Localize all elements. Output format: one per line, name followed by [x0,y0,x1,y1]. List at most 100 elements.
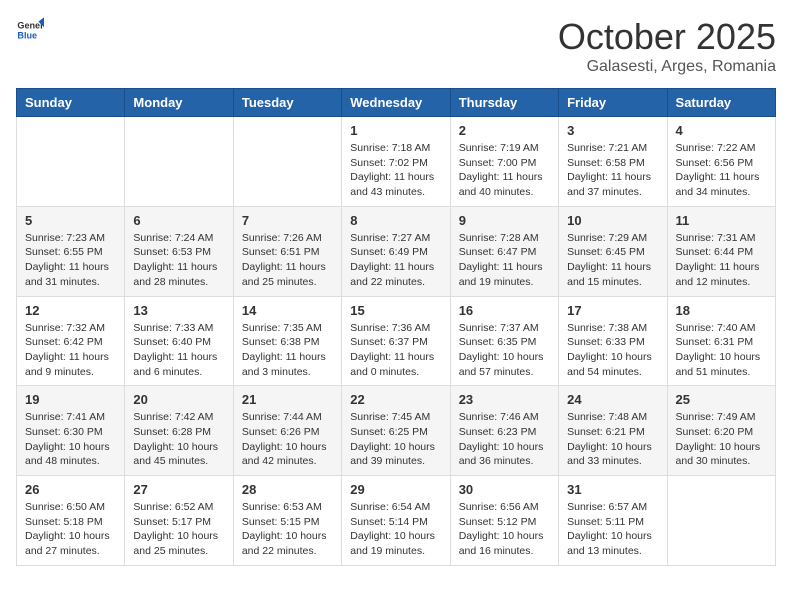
weekday-header-thursday: Thursday [450,89,558,117]
day-number: 2 [459,123,550,138]
day-number: 15 [350,303,441,318]
day-info: Sunrise: 7:37 AMSunset: 6:35 PMDaylight:… [459,321,550,380]
day-info: Sunrise: 7:40 AMSunset: 6:31 PMDaylight:… [676,321,767,380]
calendar-cell: 16Sunrise: 7:37 AMSunset: 6:35 PMDayligh… [450,296,558,386]
week-row-2: 12 Sunrise: 7:32 AMSunset: 6:42 PMDayligh… [17,296,776,386]
day-info: Sunrise: 7:35 AMSunset: 6:38 PMDaylight:… [242,321,333,380]
day-info: Sunrise: 7:26 AMSunset: 6:51 PMDaylight:… [242,231,333,290]
day-number: 7 [242,213,333,228]
day-number: 20 [133,392,224,407]
calendar-cell: 10Sunrise: 7:29 AMSunset: 6:45 PMDayligh… [559,206,667,296]
day-number: 21 [242,392,333,407]
day-number: 26 [25,482,116,497]
calendar-cell: 9Sunrise: 7:28 AMSunset: 6:47 PMDaylight… [450,206,558,296]
day-number: 19 [25,392,116,407]
calendar-cell: 25 Sunrise: 7:49 AMSunset: 6:20 PMDayligh… [667,386,775,476]
day-info: Sunrise: 7:24 AMSunset: 6:53 PMDaylight:… [133,231,224,290]
calendar-cell: 7 Sunrise: 7:26 AMSunset: 6:51 PMDaylight… [233,206,341,296]
calendar-cell: 21 Sunrise: 7:44 AMSunset: 6:26 PMDayligh… [233,386,341,476]
calendar-cell: 4 Sunrise: 7:22 AMSunset: 6:56 PMDaylight… [667,117,775,207]
month-title: October 2025 [558,16,776,58]
calendar-cell [125,117,233,207]
day-info: Sunrise: 6:57 AMSunset: 5:11 PMDaylight:… [567,500,658,559]
day-number: 31 [567,482,658,497]
day-number: 24 [567,392,658,407]
calendar-cell: 5Sunrise: 7:23 AMSunset: 6:55 PMDaylight… [17,206,125,296]
day-info: Sunrise: 6:54 AMSunset: 5:14 PMDaylight:… [350,500,441,559]
day-number: 25 [676,392,767,407]
calendar-cell: 8 Sunrise: 7:27 AMSunset: 6:49 PMDaylight… [342,206,450,296]
day-number: 23 [459,392,550,407]
calendar-cell: 12 Sunrise: 7:32 AMSunset: 6:42 PMDayligh… [17,296,125,386]
day-number: 28 [242,482,333,497]
page-header: General Blue October 2025 Galasesti, Arg… [16,16,776,76]
day-number: 1 [350,123,441,138]
logo: General Blue [16,16,44,44]
calendar-cell: 3 Sunrise: 7:21 AMSunset: 6:58 PMDaylight… [559,117,667,207]
calendar-cell [233,117,341,207]
day-info: Sunrise: 7:46 AMSunset: 6:23 PMDaylight:… [459,410,550,469]
week-row-1: 5Sunrise: 7:23 AMSunset: 6:55 PMDaylight… [17,206,776,296]
day-number: 17 [567,303,658,318]
calendar-cell: 19 Sunrise: 7:41 AMSunset: 6:30 PMDayligh… [17,386,125,476]
calendar-table: SundayMondayTuesdayWednesdayThursdayFrid… [16,88,776,566]
calendar-cell: 22 Sunrise: 7:45 AMSunset: 6:25 PMDayligh… [342,386,450,476]
weekday-header-sunday: Sunday [17,89,125,117]
weekday-header-saturday: Saturday [667,89,775,117]
day-number: 18 [676,303,767,318]
location-title: Galasesti, Arges, Romania [558,58,776,76]
weekday-header-row: SundayMondayTuesdayWednesdayThursdayFrid… [17,89,776,117]
calendar-cell: 26 Sunrise: 6:50 AMSunset: 5:18 PMDayligh… [17,476,125,566]
day-info: Sunrise: 7:31 AMSunset: 6:44 PMDaylight:… [676,231,767,290]
day-number: 5 [25,213,116,228]
week-row-4: 26 Sunrise: 6:50 AMSunset: 5:18 PMDayligh… [17,476,776,566]
day-number: 8 [350,213,441,228]
svg-text:Blue: Blue [17,30,37,40]
day-info: Sunrise: 7:28 AMSunset: 6:47 PMDaylight:… [459,231,550,290]
day-info: Sunrise: 7:45 AMSunset: 6:25 PMDaylight:… [350,410,441,469]
calendar-cell [667,476,775,566]
day-number: 27 [133,482,224,497]
day-info: Sunrise: 7:44 AMSunset: 6:26 PMDaylight:… [242,410,333,469]
calendar-cell: 14 Sunrise: 7:35 AMSunset: 6:38 PMDayligh… [233,296,341,386]
day-info: Sunrise: 7:38 AMSunset: 6:33 PMDaylight:… [567,321,658,380]
calendar-cell: 29Sunrise: 6:54 AMSunset: 5:14 PMDayligh… [342,476,450,566]
calendar-cell: 18 Sunrise: 7:40 AMSunset: 6:31 PMDayligh… [667,296,775,386]
day-number: 4 [676,123,767,138]
day-info: Sunrise: 7:22 AMSunset: 6:56 PMDaylight:… [676,141,767,200]
calendar-cell: 1 Sunrise: 7:18 AMSunset: 7:02 PMDaylight… [342,117,450,207]
calendar-cell: 31 Sunrise: 6:57 AMSunset: 5:11 PMDayligh… [559,476,667,566]
logo-icon: General Blue [16,16,44,44]
calendar-cell: 24 Sunrise: 7:48 AMSunset: 6:21 PMDayligh… [559,386,667,476]
day-info: Sunrise: 7:49 AMSunset: 6:20 PMDaylight:… [676,410,767,469]
day-info: Sunrise: 7:36 AMSunset: 6:37 PMDaylight:… [350,321,441,380]
calendar-cell: 17 Sunrise: 7:38 AMSunset: 6:33 PMDayligh… [559,296,667,386]
day-info: Sunrise: 7:27 AMSunset: 6:49 PMDaylight:… [350,231,441,290]
weekday-header-wednesday: Wednesday [342,89,450,117]
day-info: Sunrise: 7:29 AMSunset: 6:45 PMDaylight:… [567,231,658,290]
calendar-cell [17,117,125,207]
day-number: 13 [133,303,224,318]
day-info: Sunrise: 7:48 AMSunset: 6:21 PMDaylight:… [567,410,658,469]
weekday-header-tuesday: Tuesday [233,89,341,117]
day-number: 3 [567,123,658,138]
day-info: Sunrise: 7:18 AMSunset: 7:02 PMDaylight:… [350,141,441,200]
weekday-header-friday: Friday [559,89,667,117]
day-info: Sunrise: 7:21 AMSunset: 6:58 PMDaylight:… [567,141,658,200]
day-number: 11 [676,213,767,228]
day-info: Sunrise: 7:19 AMSunset: 7:00 PMDaylight:… [459,141,550,200]
week-row-3: 19 Sunrise: 7:41 AMSunset: 6:30 PMDayligh… [17,386,776,476]
day-number: 12 [25,303,116,318]
weekday-header-monday: Monday [125,89,233,117]
day-info: Sunrise: 6:50 AMSunset: 5:18 PMDaylight:… [25,500,116,559]
day-info: Sunrise: 7:42 AMSunset: 6:28 PMDaylight:… [133,410,224,469]
day-number: 22 [350,392,441,407]
calendar-cell: 28Sunrise: 6:53 AMSunset: 5:15 PMDayligh… [233,476,341,566]
title-section: October 2025 Galasesti, Arges, Romania [558,16,776,76]
day-info: Sunrise: 7:41 AMSunset: 6:30 PMDaylight:… [25,410,116,469]
week-row-0: 1 Sunrise: 7:18 AMSunset: 7:02 PMDaylight… [17,117,776,207]
day-number: 14 [242,303,333,318]
day-info: Sunrise: 7:32 AMSunset: 6:42 PMDaylight:… [25,321,116,380]
calendar-cell: 15 Sunrise: 7:36 AMSunset: 6:37 PMDayligh… [342,296,450,386]
calendar-cell: 2 Sunrise: 7:19 AMSunset: 7:00 PMDaylight… [450,117,558,207]
